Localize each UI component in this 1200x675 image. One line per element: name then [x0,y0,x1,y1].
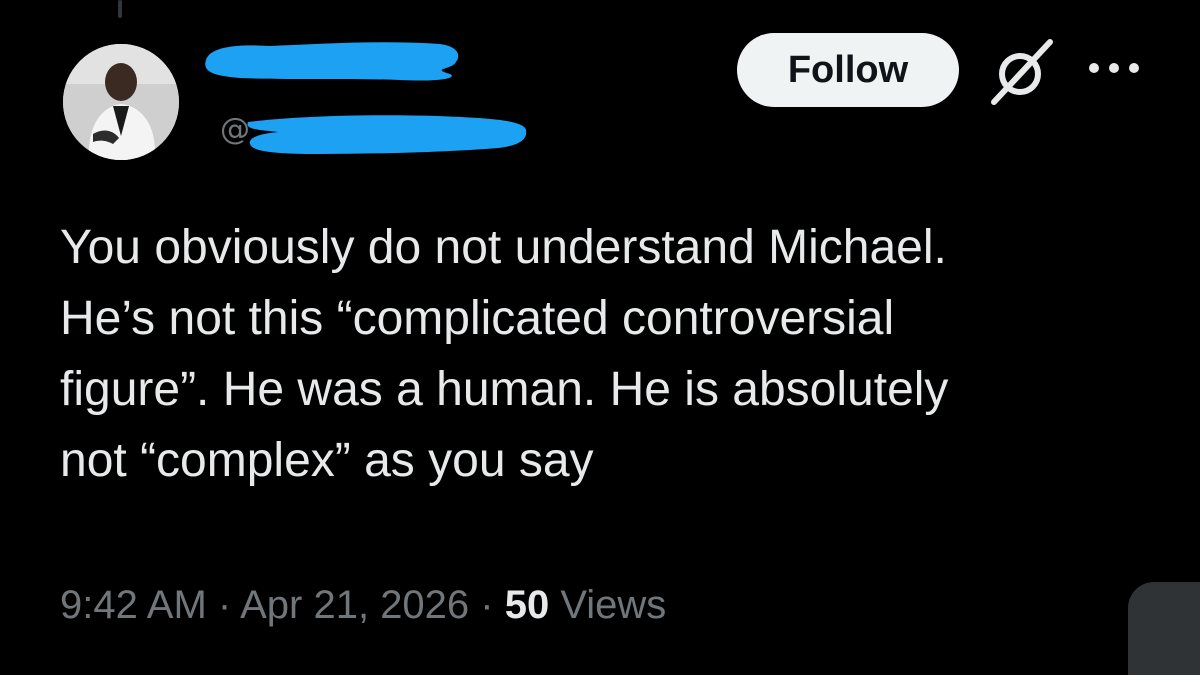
floating-action-shape[interactable] [1128,582,1200,675]
author-name-redaction [205,42,459,81]
meta-separator: · [469,583,505,627]
follow-button[interactable]: Follow [737,33,959,107]
post-time[interactable]: 9:42 AM [60,583,207,627]
grok-icon[interactable] [986,36,1058,108]
author-avatar[interactable] [63,44,179,160]
meta-separator: · [206,583,241,627]
post-date[interactable]: Apr 21, 2026 [240,583,469,627]
post-text: You obviously do not understand Michael.… [60,221,949,487]
more-dots-icon[interactable] [1086,56,1142,80]
views-count: 50 [504,583,550,627]
post-metadata: 9:42 AM · Apr 21, 2026 · 50 Views [60,578,666,632]
views-label: Views [549,583,667,627]
author-handle-redaction [247,115,527,154]
thread-connector-line [118,0,122,18]
